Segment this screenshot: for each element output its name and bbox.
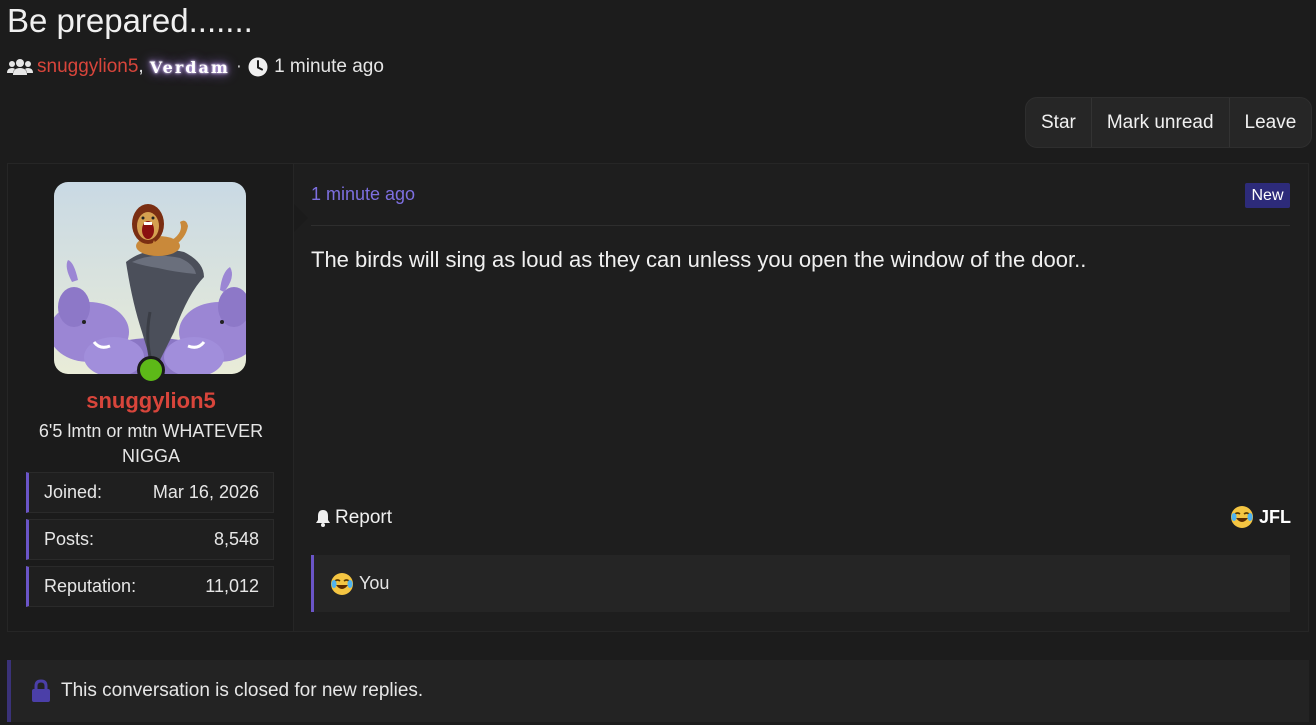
- new-badge: New: [1245, 183, 1290, 208]
- online-status-indicator: [137, 356, 165, 384]
- stat-value: Mar 16, 2026: [152, 482, 259, 502]
- lock-icon: [32, 679, 50, 702]
- users-icon: [7, 59, 33, 75]
- participant-link[interactable]: snuggylion5: [37, 56, 138, 78]
- star-button[interactable]: Star: [1026, 98, 1092, 147]
- participant-link[interactable]: Verdam: [150, 58, 230, 77]
- thread-time[interactable]: 1 minute ago: [274, 56, 384, 78]
- stat-label: Joined:: [44, 482, 103, 502]
- stat-reputation: Reputation: 11,012: [26, 566, 274, 607]
- separator-dot: ·: [235, 56, 243, 77]
- reactions-users: You: [359, 573, 390, 593]
- stat-label: Reputation:: [44, 576, 137, 596]
- reactions-list[interactable]: You: [311, 555, 1290, 612]
- laughing-crying-emoji-icon: [331, 572, 353, 595]
- user-info-panel: snuggylion5 6'5 lmtn or mtn WHATEVER NIG…: [8, 164, 294, 631]
- post-time-link[interactable]: 1 minute ago: [311, 184, 415, 205]
- author-user-title: 6'5 lmtn or mtn WHATEVER NIGGA: [38, 421, 264, 466]
- stat-label: Posts:: [44, 529, 95, 549]
- header-divider: [311, 225, 1290, 226]
- avatar[interactable]: [54, 182, 246, 374]
- author-username[interactable]: snuggylion5: [8, 388, 294, 414]
- laughing-crying-emoji-icon: [1231, 506, 1253, 528]
- closed-notice: This conversation is closed for new repl…: [7, 660, 1309, 722]
- message-body: The birds will sing as loud as they can …: [311, 247, 1087, 272]
- react-jfl-button[interactable]: JFL: [1230, 505, 1291, 529]
- message-arrow: [294, 204, 308, 232]
- closed-notice-text: This conversation is closed for new repl…: [61, 680, 424, 701]
- message-post: snuggylion5 6'5 lmtn or mtn WHATEVER NIG…: [7, 163, 1309, 632]
- bell-icon: [316, 510, 330, 527]
- thread-meta: snuggylion5 , Verdam · 1 minute ago: [7, 54, 384, 80]
- leave-button[interactable]: Leave: [1230, 98, 1312, 147]
- separator-comma: ,: [138, 56, 144, 77]
- thread-title: Be prepared.......: [7, 2, 253, 39]
- stat-joined: Joined: Mar 16, 2026: [26, 472, 274, 513]
- report-button[interactable]: Report: [313, 507, 392, 529]
- thread-actions: Star Mark unread Leave: [1025, 97, 1313, 148]
- clock-icon: [248, 57, 268, 77]
- mark-unread-button[interactable]: Mark unread: [1092, 98, 1230, 147]
- report-label: Report: [335, 507, 393, 528]
- stat-value: 11,012: [205, 576, 259, 596]
- stat-posts: Posts: 8,548: [26, 519, 274, 560]
- react-jfl-label: JFL: [1259, 506, 1292, 527]
- stat-value: 8,548: [213, 529, 259, 549]
